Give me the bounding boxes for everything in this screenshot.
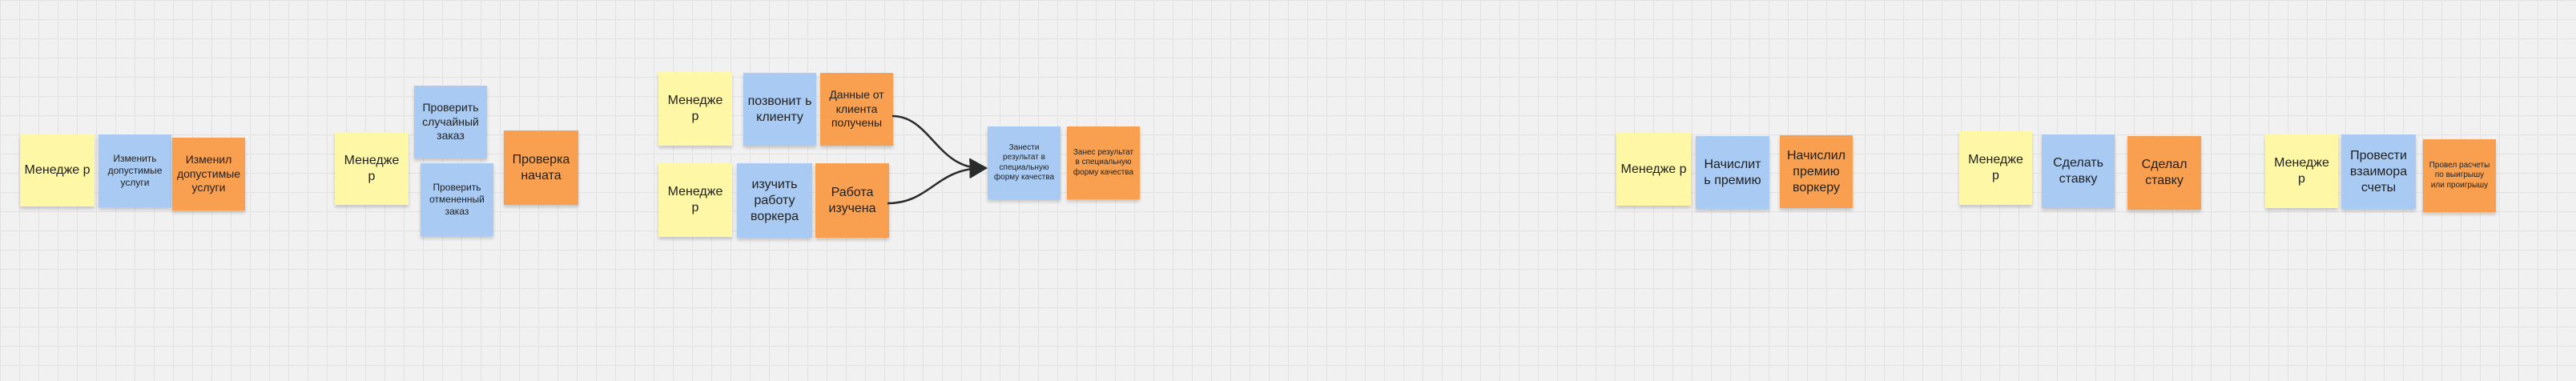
- sticky-note-role[interactable]: Менедже р: [1959, 131, 2032, 205]
- sticky-note-action[interactable]: изучить работу воркера: [737, 163, 812, 238]
- sticky-note-event[interactable]: Занес результат в специальную форму каче…: [1067, 126, 1140, 199]
- whiteboard-canvas[interactable]: Менедже р Изменить допустимые услуги Изм…: [0, 0, 2576, 381]
- sticky-note-event[interactable]: Начислил премию воркеру: [1780, 135, 1853, 208]
- sticky-note-action[interactable]: Проверить отмененный заказ: [421, 163, 493, 236]
- sticky-note-event[interactable]: Данные от клиента получены: [820, 73, 893, 146]
- sticky-note-role[interactable]: Менедже р: [658, 72, 732, 146]
- sticky-note-action[interactable]: Изменить допустимые услуги: [99, 134, 171, 207]
- sticky-note-role[interactable]: Менедже р: [658, 163, 732, 237]
- sticky-note-event[interactable]: Работа изучена: [815, 163, 889, 238]
- sticky-note-role[interactable]: Менедже р: [335, 132, 409, 205]
- sticky-note-action[interactable]: Провести взаимора счеты: [2341, 134, 2416, 209]
- connector-arrow[interactable]: [892, 114, 988, 179]
- sticky-note-role[interactable]: Менедже р: [20, 134, 95, 207]
- sticky-note-action[interactable]: позвонит ь клиенту: [743, 73, 816, 146]
- sticky-note-action[interactable]: Проверить случайный заказ: [414, 86, 487, 158]
- sticky-note-action[interactable]: Занести результат в специальную форму ка…: [988, 126, 1061, 199]
- sticky-note-event[interactable]: Изменил допустимые услуги: [172, 138, 245, 211]
- connector-arrow[interactable]: [887, 158, 988, 205]
- sticky-note-event[interactable]: Проверка начата: [504, 130, 578, 205]
- sticky-note-event[interactable]: Провел расчеты по выигрышу или проигрышу: [2423, 139, 2496, 212]
- sticky-note-role[interactable]: Менедже р: [1616, 133, 1691, 206]
- sticky-note-action[interactable]: Начислит ь премию: [1696, 136, 1769, 209]
- sticky-note-action[interactable]: Сделать ставку: [2042, 134, 2115, 208]
- sticky-note-event[interactable]: Сделал ставку: [2127, 136, 2201, 210]
- sticky-note-role[interactable]: Менедже р: [2265, 134, 2338, 208]
